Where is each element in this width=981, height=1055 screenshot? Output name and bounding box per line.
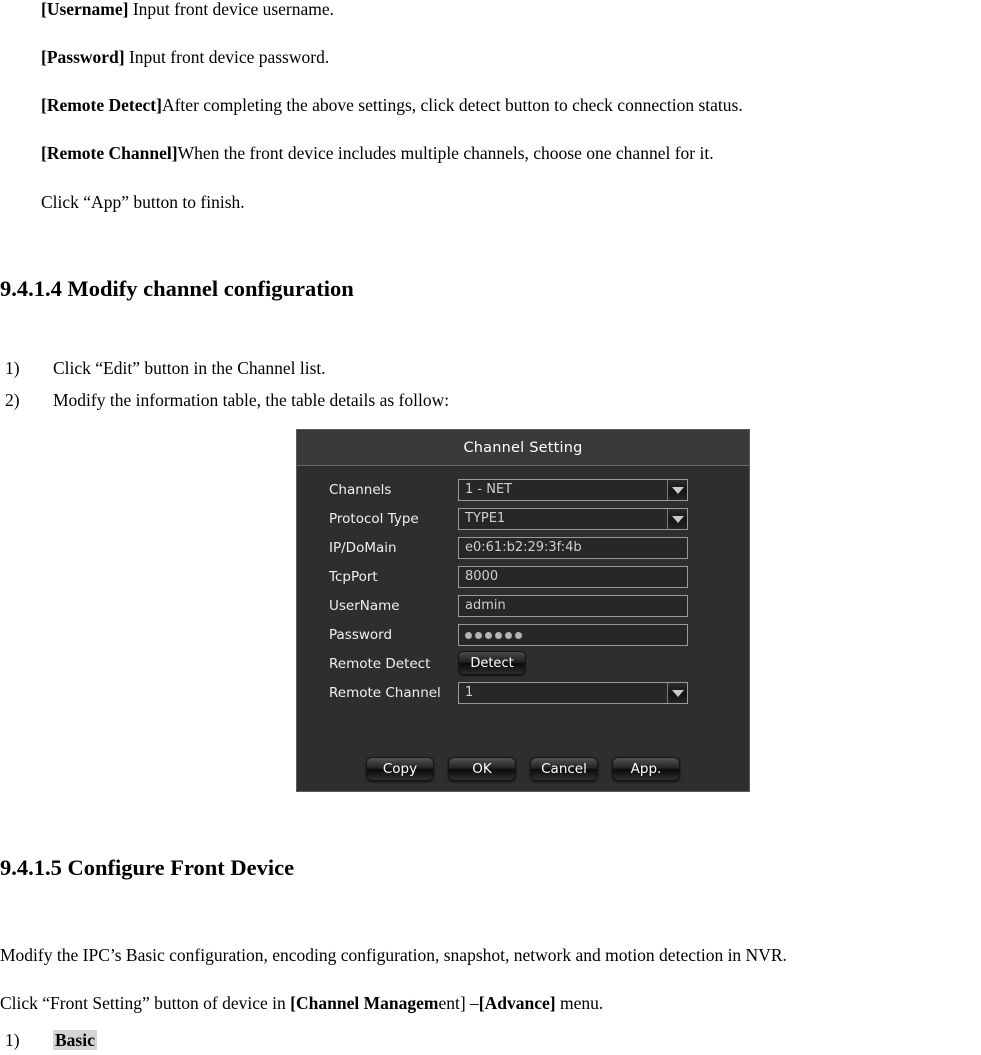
highlighted-term: Basic	[53, 1030, 97, 1050]
list-item: 2) Modify the information table, the tabl…	[5, 390, 705, 411]
list-item: 1) Basic	[5, 1030, 405, 1051]
paragraph-front-setting-post: menu.	[555, 993, 604, 1013]
dialog-body: Channels 1 - NET Protocol Type TYPE1 IP/…	[297, 467, 749, 791]
paragraph-front-setting-pre: Click “Front Setting” button of device i…	[0, 993, 291, 1013]
cancel-button[interactable]: Cancel	[530, 757, 598, 781]
input-username[interactable]: admin	[458, 595, 688, 617]
dialog-titlebar: Channel Setting	[297, 430, 749, 466]
paragraph-remote-channel: [Remote Channel]When the front device in…	[41, 143, 714, 163]
field-label-username: UserName	[329, 598, 400, 614]
paragraph-front-setting-menu2: [Advance]	[478, 993, 556, 1013]
chevron-down-icon[interactable]	[667, 683, 687, 703]
dropdown-value-channels: 1 - NET	[465, 482, 513, 497]
heading-9-4-1-5: 9.4.1.5 Configure Front Device	[0, 855, 295, 880]
paragraph-remote-detect-text: After completing the above settings, cli…	[161, 95, 743, 115]
password-mask	[465, 625, 522, 645]
ok-button[interactable]: OK	[448, 757, 516, 781]
paragraph-password-label: [Password]	[41, 47, 125, 67]
list-item: 1) Click “Edit” button in the Channel lis…	[5, 358, 705, 379]
input-value-username: admin	[465, 598, 506, 613]
dropdown-protocol-type[interactable]: TYPE1	[458, 508, 688, 530]
detect-button[interactable]: Detect	[458, 651, 526, 675]
paragraph-click-app: Click “App” button to finish.	[41, 192, 245, 212]
list-item-label: Modify the information table, the table …	[53, 390, 450, 410]
dropdown-remote-channel[interactable]: 1	[458, 682, 688, 704]
dialog-title: Channel Setting	[463, 439, 583, 456]
field-label-remote-detect: Remote Detect	[329, 656, 431, 672]
dropdown-value-protocol-type: TYPE1	[465, 511, 506, 526]
channel-setting-dialog: Channel Setting Channels 1 - NET Protoco…	[296, 429, 750, 792]
list-item-number: 1)	[5, 358, 20, 378]
field-row-tcp-port: TcpPort 8000	[297, 566, 749, 588]
paragraph-password: [Password] Input front device password.	[41, 47, 329, 67]
input-value-ip-domain: e0:61:b2:29:3f:4b	[465, 540, 582, 555]
paragraph-remote-detect: [Remote Detect]After completing the abov…	[41, 95, 743, 115]
field-label-remote-channel: Remote Channel	[329, 685, 441, 701]
field-label-protocol-type: Protocol Type	[329, 511, 419, 527]
field-label-ip-domain: IP/DoMain	[329, 540, 397, 556]
input-ip-domain[interactable]: e0:61:b2:29:3f:4b	[458, 537, 688, 559]
list-item-number: 2)	[5, 390, 20, 410]
paragraph-front-setting-mid: ent] –	[438, 993, 479, 1013]
copy-button[interactable]: Copy	[366, 757, 434, 781]
dropdown-channels[interactable]: 1 - NET	[458, 479, 688, 501]
field-row-protocol-type: Protocol Type TYPE1	[297, 508, 749, 530]
paragraph-front-setting: Click “Front Setting” button of device i…	[0, 993, 603, 1013]
field-row-remote-detect: Remote Detect Detect	[297, 651, 749, 675]
dialog-footer: Copy OK Cancel App.	[297, 757, 749, 781]
paragraph-remote-channel-label: [Remote Channel]	[41, 143, 178, 163]
input-tcp-port[interactable]: 8000	[458, 566, 688, 588]
field-label-password: Password	[329, 627, 393, 643]
chevron-down-icon[interactable]	[667, 509, 687, 529]
list-item-number: 1)	[5, 1030, 20, 1050]
field-label-channels: Channels	[329, 482, 392, 498]
app-button[interactable]: App.	[612, 757, 680, 781]
paragraph-username: [Username] Input front device username.	[41, 0, 334, 19]
paragraph-remote-channel-text: When the front device includes multiple …	[177, 143, 714, 163]
input-value-tcp-port: 8000	[465, 569, 499, 584]
paragraph-remote-detect-label: [Remote Detect]	[41, 95, 162, 115]
field-row-username: UserName admin	[297, 595, 749, 617]
paragraph-username-label: [Username]	[41, 0, 129, 19]
paragraph-modify-ipc: Modify the IPC’s Basic configuration, en…	[0, 945, 787, 965]
list-item-label: Basic	[53, 1030, 97, 1051]
chevron-down-icon[interactable]	[667, 480, 687, 500]
list-item-label: Click “Edit” button in the Channel list.	[53, 358, 326, 378]
document-page: [Username] Input front device username. …	[0, 0, 981, 1055]
field-row-password: Password	[297, 624, 749, 646]
paragraph-front-setting-menu1: [Channel Managem	[290, 993, 439, 1013]
field-row-ip-domain: IP/DoMain e0:61:b2:29:3f:4b	[297, 537, 749, 559]
heading-9-4-1-4: 9.4.1.4 Modify channel configuration	[0, 276, 354, 301]
dropdown-value-remote-channel: 1	[465, 685, 474, 700]
field-row-channels: Channels 1 - NET	[297, 479, 749, 501]
paragraph-password-text: Input front device password.	[124, 47, 330, 67]
input-password[interactable]	[458, 624, 688, 646]
field-label-tcp-port: TcpPort	[329, 569, 378, 585]
field-row-remote-channel: Remote Channel 1	[297, 682, 749, 704]
paragraph-username-text: Input front device username.	[128, 0, 335, 19]
